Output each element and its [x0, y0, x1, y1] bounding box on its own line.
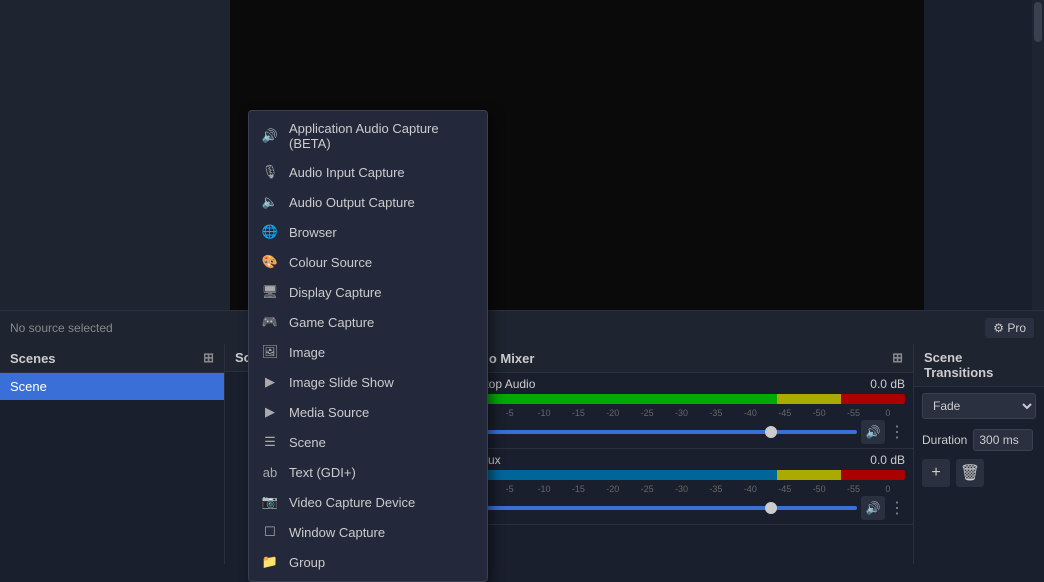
- desktop-audio-slider[interactable]: [458, 430, 857, 434]
- meter-labels-mic: 0 -5 -10 -15 -20 -25 -30 -35 -40 -45 -50…: [458, 484, 905, 496]
- app-audio-label: Application Audio Capture (BETA): [289, 121, 475, 151]
- duration-row: Duration: [914, 425, 1044, 455]
- scenes-icon[interactable]: ⊞: [203, 350, 214, 366]
- text-gdi-label: Text (GDI+): [289, 465, 356, 480]
- window-capture-label: Window Capture: [289, 525, 385, 540]
- desktop-mute-button[interactable]: 🔊: [861, 420, 885, 444]
- browser-icon: 🌐: [261, 223, 279, 241]
- audio-mixer-panel: Audio Mixer ⊞ Desktop Audio 0.0 dB 0 -5 …: [450, 344, 914, 564]
- bottom-panels: Scenes ⊞ Scene So Audio Mixer ⊞ Desktop …: [0, 344, 1044, 564]
- no-source-label: No source selected: [10, 321, 985, 335]
- desktop-audio-header: Desktop Audio 0.0 dB: [458, 377, 905, 391]
- audio-input-icon: 🎙: [261, 163, 279, 181]
- dropdown-item-display-capture[interactable]: 🖥 Display Capture: [249, 277, 487, 307]
- meter-green: [458, 394, 777, 404]
- add-transition-button[interactable]: +: [922, 459, 950, 487]
- properties-button[interactable]: ⚙ Pro: [985, 318, 1034, 338]
- duration-label: Duration: [922, 433, 967, 447]
- display-capture-label: Display Capture: [289, 285, 382, 300]
- group-label: Group: [289, 555, 325, 570]
- scenes-title: Scenes: [10, 351, 56, 366]
- meter-yellow: [777, 394, 841, 404]
- scene-icon: ☰: [261, 433, 279, 451]
- transition-buttons: + 🗑: [914, 455, 1044, 491]
- mic-aux-meter: [458, 470, 905, 480]
- colour-source-label: Colour Source: [289, 255, 372, 270]
- desktop-audio-thumb: [765, 426, 777, 438]
- left-sidebar: [0, 0, 230, 310]
- dropdown-item-text-gdi[interactable]: ab Text (GDI+): [249, 457, 487, 487]
- dropdown-item-image[interactable]: 🖼 Image: [249, 337, 487, 367]
- transition-type-select[interactable]: Fade: [922, 393, 1036, 419]
- video-capture-icon: 📷: [261, 493, 279, 511]
- audio-mixer-icon[interactable]: ⊞: [892, 350, 903, 366]
- mic-aux-thumb: [765, 502, 777, 514]
- dropdown-item-group[interactable]: 📁 Group: [249, 547, 487, 577]
- window-capture-icon: ☐: [261, 523, 279, 541]
- game-capture-icon: 🎮: [261, 313, 279, 331]
- dropdown-item-scene[interactable]: ☰ Scene: [249, 427, 487, 457]
- mic-aux-channel: Mic/Aux 0.0 dB 0 -5 -10 -15 -20 -25 -30 …: [450, 449, 913, 525]
- dropdown-item-audio-input[interactable]: 🎙 Audio Input Capture: [249, 157, 487, 187]
- video-capture-label: Video Capture Device: [289, 495, 415, 510]
- text-gdi-icon: ab: [261, 463, 279, 481]
- image-slide-show-icon: ▶: [261, 373, 279, 391]
- image-slide-show-label: Image Slide Show: [289, 375, 394, 390]
- mic-meter-red: [841, 470, 905, 480]
- meter-red: [841, 394, 905, 404]
- scene-label: Scene: [289, 435, 326, 450]
- desktop-audio-channel: Desktop Audio 0.0 dB 0 -5 -10 -15 -20 -2…: [450, 373, 913, 449]
- display-capture-icon: 🖥: [261, 283, 279, 301]
- group-icon: 📁: [261, 553, 279, 571]
- mic-aux-db: 0.0 dB: [870, 453, 905, 467]
- dropdown-item-app-audio[interactable]: 🔊 Application Audio Capture (BETA): [249, 115, 487, 157]
- scenes-panel: Scenes ⊞ Scene: [0, 344, 225, 564]
- scene-item[interactable]: Scene: [0, 373, 224, 400]
- transitions-header: Scene Transitions: [914, 344, 1044, 387]
- dropdown-item-browser[interactable]: 🌐 Browser: [249, 217, 487, 247]
- image-label: Image: [289, 345, 325, 360]
- mic-aux-header: Mic/Aux 0.0 dB: [458, 453, 905, 467]
- browser-label: Browser: [289, 225, 337, 240]
- audio-input-label: Audio Input Capture: [289, 165, 405, 180]
- dropdown-item-colour-source[interactable]: 🎨 Colour Source: [249, 247, 487, 277]
- desktop-audio-meter: [458, 394, 905, 404]
- duration-input[interactable]: [973, 429, 1033, 451]
- game-capture-label: Game Capture: [289, 315, 374, 330]
- source-bar: No source selected ⚙ Pro: [0, 310, 1044, 344]
- dropdown-item-image-slide-show[interactable]: ▶ Image Slide Show: [249, 367, 487, 397]
- mic-aux-controls: 🔊 ⋮: [458, 496, 905, 520]
- mic-meter-blue: [458, 470, 777, 480]
- audio-output-label: Audio Output Capture: [289, 195, 415, 210]
- media-source-label: Media Source: [289, 405, 369, 420]
- transitions-title: Scene Transitions: [924, 350, 1034, 380]
- desktop-audio-controls: 🔊 ⋮: [458, 420, 905, 444]
- desktop-audio-db: 0.0 dB: [870, 377, 905, 391]
- scrollbar-thumb: [1034, 2, 1042, 42]
- scene-transitions-panel: Scene Transitions Fade Duration + 🗑: [914, 344, 1044, 564]
- desktop-audio-menu[interactable]: ⋮: [889, 422, 905, 442]
- audio-mixer-header: Audio Mixer ⊞: [450, 344, 913, 373]
- mic-aux-slider[interactable]: [458, 506, 857, 510]
- scrollbar[interactable]: [1032, 0, 1044, 310]
- image-icon: 🖼: [261, 343, 279, 361]
- mic-audio-menu[interactable]: ⋮: [889, 498, 905, 518]
- dropdown-item-media-source[interactable]: ▶ Media Source: [249, 397, 487, 427]
- dropdown-item-game-capture[interactable]: 🎮 Game Capture: [249, 307, 487, 337]
- colour-source-icon: 🎨: [261, 253, 279, 271]
- media-source-icon: ▶: [261, 403, 279, 421]
- dropdown-item-video-capture[interactable]: 📷 Video Capture Device: [249, 487, 487, 517]
- scenes-panel-header: Scenes ⊞: [0, 344, 224, 373]
- dropdown-item-window-capture[interactable]: ☐ Window Capture: [249, 517, 487, 547]
- mic-mute-button[interactable]: 🔊: [861, 496, 885, 520]
- remove-transition-button[interactable]: 🗑: [956, 459, 984, 487]
- mic-meter-yellow: [777, 470, 841, 480]
- meter-labels-desktop: 0 -5 -10 -15 -20 -25 -30 -35 -40 -45 -50…: [458, 408, 905, 420]
- app-audio-icon: 🔊: [261, 127, 279, 145]
- dropdown-item-audio-output[interactable]: 🔈 Audio Output Capture: [249, 187, 487, 217]
- add-source-dropdown: 🔊 Application Audio Capture (BETA) 🎙 Audio …: [248, 110, 488, 582]
- audio-output-icon: 🔈: [261, 193, 279, 211]
